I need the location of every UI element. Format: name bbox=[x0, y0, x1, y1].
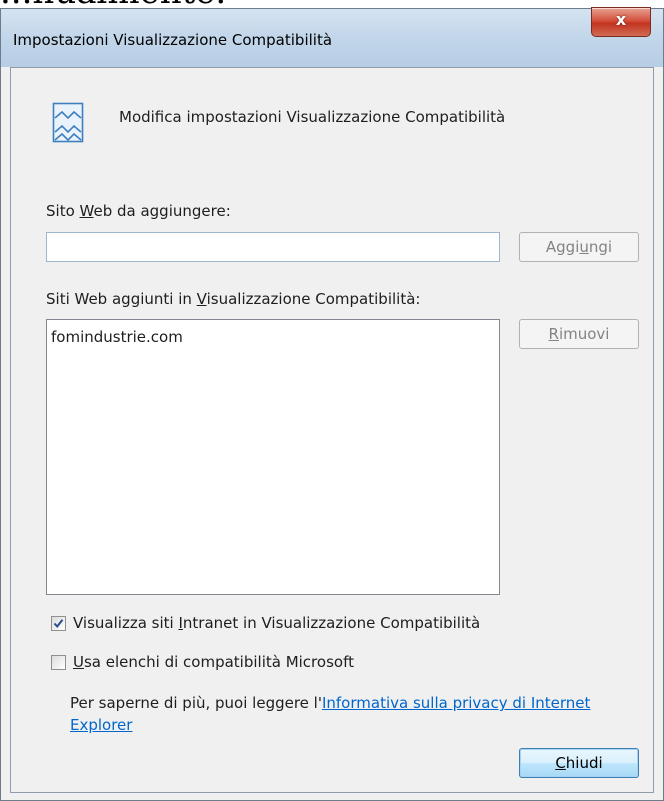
checkmark-icon bbox=[53, 619, 64, 629]
added-sites-label: Siti Web aggiunti in Visualizzazione Com… bbox=[46, 290, 421, 308]
remove-button[interactable]: Rimuovi bbox=[519, 319, 639, 349]
close-window-button[interactable]: x bbox=[591, 7, 651, 37]
compatibility-view-dialog: Impostazioni Visualizzazione Compatibili… bbox=[0, 7, 664, 801]
compatibility-view-icon bbox=[52, 102, 86, 150]
close-button[interactable]: Chiudi bbox=[519, 748, 639, 778]
add-button[interactable]: Aggiungi bbox=[519, 232, 639, 262]
intranet-checkbox[interactable] bbox=[51, 616, 66, 631]
title-bar[interactable]: Impostazioni Visualizzazione Compatibili… bbox=[1, 9, 663, 67]
header-description: Modifica impostazioni Visualizzazione Co… bbox=[119, 108, 506, 126]
dialog-content: Modifica impostazioni Visualizzazione Co… bbox=[10, 67, 654, 793]
close-icon: x bbox=[615, 10, 627, 29]
microsoft-lists-checkbox[interactable] bbox=[51, 655, 66, 670]
intranet-label[interactable]: Visualizza siti Intranet in Visualizzazi… bbox=[73, 614, 480, 632]
added-sites-list[interactable]: fomindustrie.com bbox=[46, 319, 500, 595]
list-item[interactable]: fomindustrie.com bbox=[51, 326, 495, 348]
dialog-title: Impostazioni Visualizzazione Compatibili… bbox=[13, 31, 333, 49]
microsoft-lists-label[interactable]: Usa elenchi di compatibilità Microsoft bbox=[73, 653, 354, 671]
add-site-label: Sito Web da aggiungere: bbox=[46, 202, 231, 220]
add-site-input[interactable] bbox=[46, 232, 500, 262]
privacy-info: Per saperne di più, puoi leggere l'Infor… bbox=[70, 694, 591, 734]
